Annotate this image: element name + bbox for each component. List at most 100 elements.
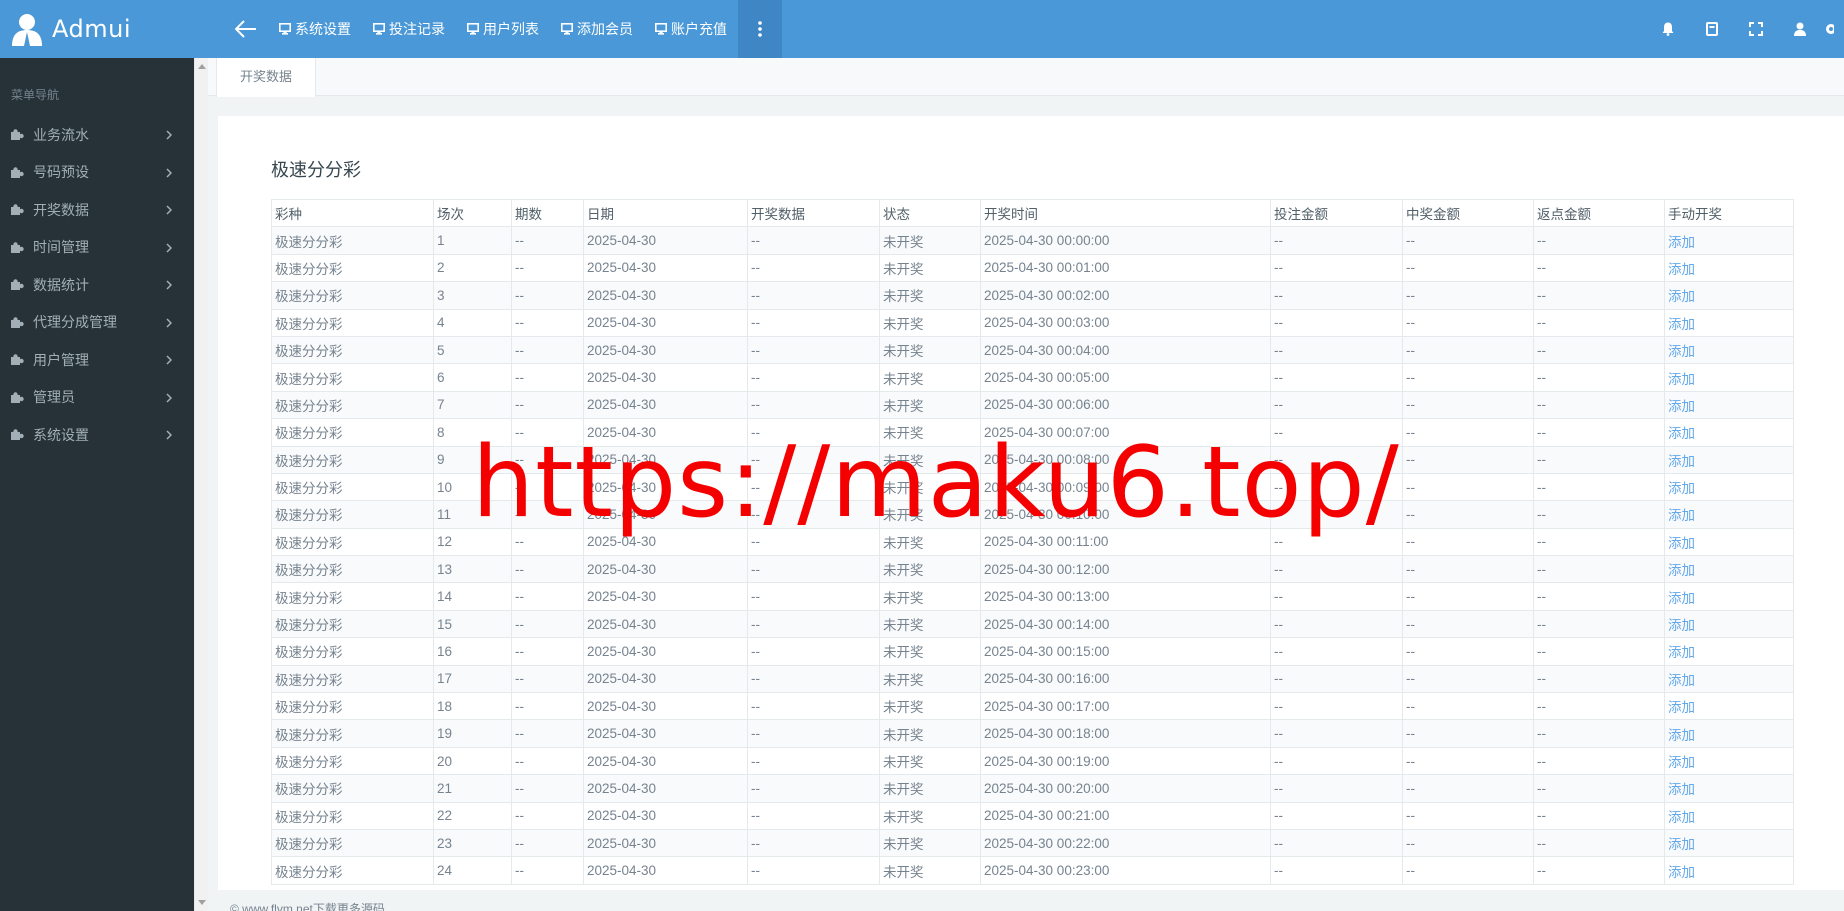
table-cell: 18	[433, 692, 512, 721]
add-draw-link[interactable]: 添加	[1664, 856, 1794, 885]
table-cell: --	[1533, 719, 1665, 748]
nav-item-bet-records[interactable]: 投注记录	[362, 0, 456, 58]
add-draw-link[interactable]: 添加	[1664, 582, 1794, 611]
puzzle-icon	[11, 392, 24, 403]
add-draw-link[interactable]: 添加	[1664, 609, 1794, 639]
table-cell: 未开奖	[879, 664, 981, 694]
table-cell: --	[1270, 746, 1403, 776]
nav-item-add-member[interactable]: 添加会员	[550, 0, 644, 58]
add-draw-link[interactable]: 添加	[1664, 253, 1794, 283]
table-cell: 2025-04-30 00:06:00	[980, 390, 1271, 420]
table-cell: --	[1270, 719, 1403, 748]
brand[interactable]: Admui	[0, 0, 194, 58]
table-cell: --	[1533, 801, 1665, 830]
table-cell: 极速分分彩	[271, 335, 434, 365]
table-cell: --	[1533, 555, 1665, 584]
table-cell: 极速分分彩	[271, 253, 434, 283]
table-cell: --	[1270, 774, 1403, 803]
table-cell: --	[747, 828, 880, 858]
table-cell: 未开奖	[879, 281, 981, 310]
table-cell: 2025-04-30	[583, 856, 748, 885]
table-cell: --	[1402, 308, 1534, 337]
add-draw-link[interactable]: 添加	[1664, 692, 1794, 721]
user-account-button[interactable]	[1778, 0, 1822, 58]
sidebar-item-user-management[interactable]: 用户管理	[0, 341, 194, 379]
table-cell: --	[747, 527, 880, 557]
scroll-down-arrow-icon[interactable]	[198, 900, 206, 905]
back-button[interactable]	[224, 0, 268, 58]
table-cell: 未开奖	[879, 692, 981, 721]
sidebar-item-data-statistics[interactable]: 数据统计	[0, 266, 194, 304]
scroll-up-arrow-icon[interactable]	[198, 64, 206, 69]
table-cell: 2025-04-30 00:22:00	[980, 828, 1271, 858]
add-draw-link[interactable]: 添加	[1664, 308, 1794, 337]
table-cell: 极速分分彩	[271, 774, 434, 803]
table-cell: --	[511, 418, 584, 447]
add-draw-link[interactable]: 添加	[1664, 281, 1794, 310]
add-draw-link[interactable]: 添加	[1664, 555, 1794, 584]
add-draw-link[interactable]: 添加	[1664, 445, 1794, 474]
sidebar-item-administrators[interactable]: 管理员	[0, 379, 194, 417]
table-cell: --	[1270, 226, 1403, 255]
add-draw-link[interactable]: 添加	[1664, 500, 1794, 529]
sidebar-item-number-preset[interactable]: 号码预设	[0, 154, 194, 192]
table-cell: 未开奖	[879, 828, 981, 858]
table-cell: 2025-04-30 00:21:00	[980, 801, 1271, 830]
table-cell: 2025-04-30	[583, 637, 748, 666]
table-cell: --	[747, 555, 880, 584]
add-draw-link[interactable]: 添加	[1664, 664, 1794, 694]
table-cell: --	[747, 664, 880, 694]
table-cell: --	[1533, 609, 1665, 639]
add-draw-link[interactable]: 添加	[1664, 746, 1794, 776]
bookmark-button[interactable]	[1690, 0, 1734, 58]
settings-button[interactable]	[1822, 0, 1844, 58]
sidebar-item-time-management[interactable]: 时间管理	[0, 229, 194, 267]
bell-icon	[1662, 22, 1674, 36]
table-cell: 2025-04-30 00:05:00	[980, 363, 1271, 392]
nav-item-account-recharge[interactable]: 账户充值	[644, 0, 738, 58]
add-draw-link[interactable]: 添加	[1664, 472, 1794, 502]
nav-item-label: 系统设置	[295, 21, 351, 37]
table-cell: --	[747, 692, 880, 721]
nav-item-user-list[interactable]: 用户列表	[456, 0, 550, 58]
add-draw-link[interactable]: 添加	[1664, 527, 1794, 557]
add-draw-link[interactable]: 添加	[1664, 335, 1794, 365]
table-cell: --	[1270, 637, 1403, 666]
sidebar-item-business-flow[interactable]: 业务流水	[0, 116, 194, 154]
add-draw-link[interactable]: 添加	[1664, 637, 1794, 666]
sidebar-item-lottery-data[interactable]: 开奖数据	[0, 191, 194, 229]
notifications-button[interactable]	[1646, 0, 1690, 58]
add-draw-link[interactable]: 添加	[1664, 226, 1794, 255]
table-cell: 2025-04-30 00:17:00	[980, 692, 1271, 721]
add-draw-link[interactable]: 添加	[1664, 390, 1794, 420]
add-draw-link[interactable]: 添加	[1664, 363, 1794, 392]
table-cell: --	[511, 335, 584, 365]
table-cell: --	[1533, 692, 1665, 721]
tab-lottery-data[interactable]: 开奖数据	[216, 58, 316, 97]
puzzle-icon	[11, 317, 24, 328]
more-menu-button[interactable]	[738, 0, 782, 58]
nav-item-system-settings[interactable]: 系统设置	[268, 0, 362, 58]
add-draw-link[interactable]: 添加	[1664, 418, 1794, 447]
table-row: 极速分分彩 17 -- 2025-04-30 -- 未开奖 2025-04-30 00:16…	[271, 664, 1794, 694]
puzzle-icon	[11, 129, 24, 141]
table-cell: --	[1533, 500, 1665, 529]
table-cell: 未开奖	[879, 418, 981, 447]
add-draw-link[interactable]: 添加	[1664, 774, 1794, 803]
sidebar-item-label: 开奖数据	[33, 201, 89, 218]
add-draw-link[interactable]: 添加	[1664, 801, 1794, 830]
add-draw-link[interactable]: 添加	[1664, 828, 1794, 858]
table-cell: 极速分分彩	[271, 445, 434, 474]
nav-item-label: 账户充值	[671, 21, 727, 37]
sidebar-item-agent-commission[interactable]: 代理分成管理	[0, 304, 194, 342]
table-cell: --	[1402, 253, 1534, 283]
table-cell: 2025-04-30 00:16:00	[980, 664, 1271, 694]
table-cell: 极速分分彩	[271, 472, 434, 502]
table-cell: 2025-04-30 00:11:00	[980, 527, 1271, 557]
content-scrollbar[interactable]	[194, 58, 208, 911]
add-draw-link[interactable]: 添加	[1664, 719, 1794, 748]
sidebar-item-system-settings[interactable]: 系统设置	[0, 416, 194, 454]
column-header: 场次	[433, 198, 512, 228]
fullscreen-button[interactable]	[1734, 0, 1778, 58]
table-cell: --	[511, 308, 584, 337]
